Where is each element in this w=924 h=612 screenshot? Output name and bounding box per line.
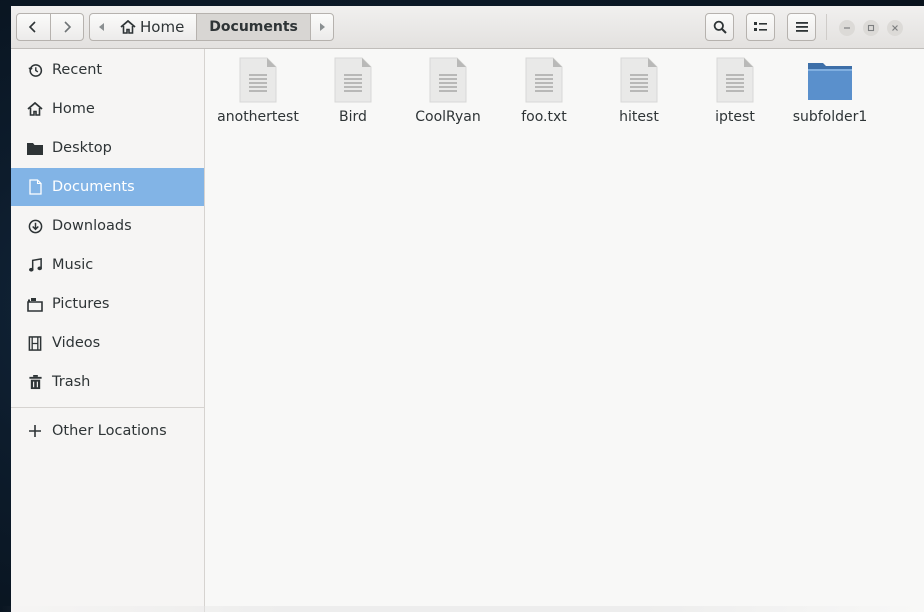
sidebar-item-videos[interactable]: Videos xyxy=(11,324,204,362)
close-icon xyxy=(892,25,898,31)
folder-icon xyxy=(808,63,852,100)
header-separator xyxy=(826,14,827,40)
window-controls xyxy=(839,20,903,36)
text-document-icon xyxy=(525,57,563,103)
close-button[interactable] xyxy=(887,20,903,36)
path-segment-label: Home xyxy=(140,18,185,36)
sidebar-item-downloads[interactable]: Downloads xyxy=(11,207,204,245)
file-item[interactable]: iptest xyxy=(687,57,783,137)
file-name: anothertest xyxy=(217,109,299,125)
text-document-icon xyxy=(334,57,372,103)
path-segment-home[interactable]: Home xyxy=(114,14,198,40)
file-name: iptest xyxy=(715,109,755,125)
sidebar-item-label: Home xyxy=(52,101,95,117)
file-name: Bird xyxy=(339,109,367,125)
back-button[interactable] xyxy=(17,14,50,40)
sidebar-item-desktop[interactable]: Desktop xyxy=(11,129,204,167)
clock-icon xyxy=(27,62,43,78)
sidebar-item-documents[interactable]: Documents xyxy=(11,168,204,206)
file-item[interactable]: CoolRyan xyxy=(400,57,496,137)
maximize-button[interactable] xyxy=(863,20,879,36)
file-name: foo.txt xyxy=(521,109,567,125)
file-name: hitest xyxy=(619,109,659,125)
hamburger-menu-icon xyxy=(795,22,808,32)
camera-icon xyxy=(27,296,43,312)
sidebar-item-music[interactable]: Music xyxy=(11,246,204,284)
path-segment-label: Documents xyxy=(209,19,298,35)
sidebar-item-label: Pictures xyxy=(52,296,110,312)
forward-button[interactable] xyxy=(49,14,84,40)
sidebar-item-label: Other Locations xyxy=(52,423,167,439)
plus-icon xyxy=(27,423,43,439)
path-scroll-left-button[interactable] xyxy=(90,14,114,40)
trash-icon xyxy=(27,374,43,390)
desktop-edge xyxy=(0,606,924,612)
navigation-buttons xyxy=(16,13,84,41)
header-bar: Home Documents xyxy=(11,6,924,49)
sidebar-item-label: Recent xyxy=(52,62,103,78)
sidebar-item-label: Videos xyxy=(52,335,101,351)
download-icon xyxy=(27,218,43,234)
file-item[interactable]: hitest xyxy=(591,57,687,137)
file-item[interactable]: Bird xyxy=(305,57,401,137)
text-document-icon xyxy=(716,57,754,103)
folder-item[interactable]: subfolder1 xyxy=(782,57,878,137)
sidebar-item-label: Trash xyxy=(52,374,91,390)
sidebar-item-label: Downloads xyxy=(52,218,132,234)
sidebar-item-label: Desktop xyxy=(52,140,112,156)
music-icon xyxy=(27,257,43,273)
list-view-icon xyxy=(753,22,767,31)
triangle-left-icon xyxy=(99,23,104,31)
file-name: subfolder1 xyxy=(792,109,868,125)
path-scroll-right-button[interactable] xyxy=(311,14,333,40)
minimize-button[interactable] xyxy=(839,20,855,36)
sidebar-item-label: Music xyxy=(52,257,94,273)
sidebar-item-label: Documents xyxy=(52,179,135,195)
file-item[interactable]: foo.txt xyxy=(496,57,592,137)
text-document-icon xyxy=(239,57,277,103)
text-document-icon xyxy=(429,57,467,103)
folder-icon xyxy=(27,140,43,156)
file-name: CoolRyan xyxy=(415,109,481,125)
file-view: anothertest Bird CoolRyan foo.txt hitest… xyxy=(205,49,924,612)
file-manager-window: Home Documents Recent Home Desktop Docum… xyxy=(11,6,924,612)
film-icon xyxy=(27,335,43,351)
view-toggle-button[interactable] xyxy=(746,13,775,41)
document-icon xyxy=(27,179,43,195)
text-document-icon xyxy=(620,57,658,103)
minimize-icon xyxy=(844,27,850,29)
file-item[interactable]: anothertest xyxy=(210,57,306,137)
triangle-right-icon xyxy=(319,23,325,31)
home-icon xyxy=(120,20,136,34)
sidebar-item-trash[interactable]: Trash xyxy=(11,363,204,401)
maximize-icon xyxy=(867,24,875,32)
chevron-right-icon xyxy=(64,21,71,33)
sidebar-separator xyxy=(11,407,204,408)
sidebar-item-home[interactable]: Home xyxy=(11,90,204,128)
chevron-left-icon xyxy=(29,21,36,33)
sidebar-item-other-locations[interactable]: Other Locations xyxy=(11,412,204,450)
places-sidebar: Recent Home Desktop Documents Downloads … xyxy=(11,49,205,612)
sidebar-item-recent[interactable]: Recent xyxy=(11,51,204,89)
path-bar: Home Documents xyxy=(89,13,334,41)
search-icon xyxy=(713,20,727,34)
home-icon xyxy=(27,101,43,117)
sidebar-item-pictures[interactable]: Pictures xyxy=(11,285,204,323)
search-button[interactable] xyxy=(705,13,734,41)
path-segment-documents[interactable]: Documents xyxy=(197,14,311,40)
menu-button[interactable] xyxy=(787,13,816,41)
